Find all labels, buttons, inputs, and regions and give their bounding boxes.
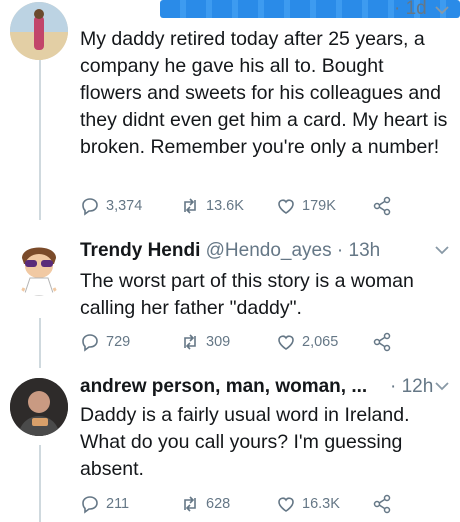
reply-icon: [82, 198, 98, 216]
share-button[interactable]: [372, 494, 392, 514]
heart-icon: [278, 199, 294, 214]
avatar-cartoon: [18, 247, 60, 296]
reply-button[interactable]: 211: [80, 494, 129, 514]
share-button[interactable]: [372, 196, 392, 216]
like-button[interactable]: 16.3K: [276, 494, 340, 514]
tweet-text: Daddy is a fairly usual word in Ireland.…: [80, 404, 410, 480]
like-count: 16.3K: [302, 496, 340, 512]
tweet-actions: 729 309 2,065: [80, 332, 450, 356]
like-count: 179K: [302, 198, 336, 214]
tweet[interactable]: Trendy Hendi @Hendo_ayes · 13h The worst…: [0, 236, 460, 366]
tweet-actions: 211 628 16.3K: [80, 494, 450, 518]
reply-icon: [82, 334, 98, 352]
reply-count: 729: [106, 334, 131, 350]
retweet-count: 628: [206, 496, 231, 512]
tweet-time[interactable]: 12h: [402, 376, 434, 397]
tweet-header: · 1d: [80, 0, 460, 26]
heart-icon: [278, 497, 294, 512]
tweet-text: My daddy retired today after 25 years, a…: [80, 28, 448, 158]
separator-dot: ·: [336, 240, 344, 261]
retweet-button[interactable]: 628: [180, 494, 230, 514]
retweet-icon: [184, 334, 196, 350]
reply-count: 211: [106, 496, 130, 512]
like-count: 2,065: [302, 334, 339, 350]
like-button[interactable]: 2,065: [276, 332, 338, 352]
reply-count: 3,374: [106, 198, 143, 214]
share-icon: [373, 196, 391, 216]
share-icon: [373, 332, 391, 352]
separator-dot: ·: [390, 376, 397, 397]
share-button[interactable]: [372, 332, 392, 352]
avatar[interactable]: [10, 378, 68, 436]
separator-dot: ·: [394, 0, 401, 19]
reply-button[interactable]: 3,374: [80, 196, 142, 216]
share-icon: [373, 494, 391, 514]
avatar-photo: [10, 378, 68, 436]
tweet[interactable]: andrew person, man, woman, ... · 12h Dad…: [0, 372, 460, 522]
tweet-text: The worst part of this story is a woman …: [80, 270, 414, 319]
reply-icon: [82, 496, 98, 514]
reply-button[interactable]: 729: [80, 332, 130, 352]
retweet-icon: [184, 496, 196, 512]
heart-icon: [278, 335, 294, 350]
tweet-time[interactable]: 1d: [406, 0, 427, 19]
avatar[interactable]: [10, 2, 68, 60]
tweet-actions: 3,374 13.6K 179K: [80, 196, 450, 220]
tweet[interactable]: · 1d My daddy retired today after 25 yea…: [0, 0, 460, 230]
tweet-header: Trendy Hendi @Hendo_ayes · 13h: [80, 240, 450, 266]
retweet-button[interactable]: 13.6K: [180, 196, 244, 216]
retweet-icon: [184, 198, 196, 214]
tweet-author-name[interactable]: Trendy Hendi: [80, 240, 200, 261]
avatar-photo: [10, 2, 68, 60]
chevron-down-icon[interactable]: [434, 2, 450, 18]
avatar[interactable]: [10, 238, 68, 296]
tweet-header: andrew person, man, woman, ... · 12h: [80, 376, 450, 402]
tweet-handle[interactable]: @Hendo_ayes: [206, 240, 332, 261]
tweet-author-name[interactable]: andrew person, man, woman, ...: [80, 376, 367, 397]
retweet-count: 309: [206, 334, 231, 350]
retweet-button[interactable]: 309: [180, 332, 230, 352]
chevron-down-icon[interactable]: [434, 242, 450, 258]
tweet-time[interactable]: 13h: [349, 240, 381, 261]
like-button[interactable]: 179K: [276, 196, 336, 216]
retweet-count: 13.6K: [206, 198, 244, 214]
chevron-down-icon[interactable]: [434, 378, 450, 394]
